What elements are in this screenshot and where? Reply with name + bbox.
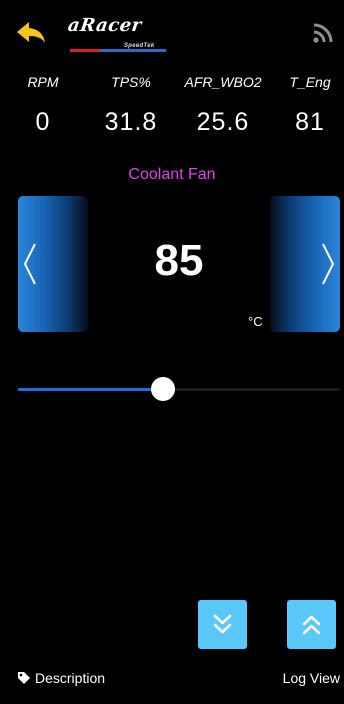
back-button[interactable] [14,20,48,46]
metric-value: 0 [35,108,51,136]
metric-t-eng: T_Eng 81 [282,74,338,137]
slider-fill [18,388,163,391]
metric-value: 25.6 [196,108,250,136]
parameter-title: Coolant Fan [128,166,216,183]
metric-value: 81 [295,108,325,136]
parameter-unit: °C [248,314,263,329]
description-link[interactable]: Description [17,670,105,686]
tag-icon [18,672,30,684]
double-chevron-down-icon [213,614,232,634]
metric-label: RPM [27,74,59,90]
decrease-button[interactable] [198,600,247,649]
metric-label: T_Eng [289,74,331,90]
chevron-left-icon [23,243,36,285]
metric-label: AFR_WBO2 [184,74,262,90]
metric-rpm: RPM 0 [18,74,68,137]
bottom-bar: Description Log View [0,666,344,694]
metric-value: 31.8 [104,108,158,136]
description-label: Description [35,670,106,686]
back-arrow-icon [17,22,45,43]
logo-subtext: SpeedTek [124,43,155,49]
log-view-link[interactable]: Log View [283,670,340,686]
previous-parameter-button[interactable] [18,196,88,332]
double-chevron-up-icon [302,615,321,635]
metric-tps: TPS% 31.8 [96,74,166,137]
aracer-logo: aRacer SpeedTek [66,15,172,57]
slider-thumb[interactable] [150,377,175,401]
logo-stripes [70,39,166,52]
logo-text: aRacer [66,15,144,36]
metric-label: TPS% [111,74,151,90]
metric-afr-wbo2: AFR_WBO2 25.6 [178,74,268,137]
increase-button[interactable] [287,600,336,649]
top-bar: aRacer SpeedTek [0,0,344,60]
next-parameter-button[interactable] [270,196,340,332]
chevron-right-icon [322,243,335,285]
parameter-value: 85 [154,236,204,285]
rss-icon[interactable] [312,22,334,44]
value-slider[interactable] [18,377,340,401]
